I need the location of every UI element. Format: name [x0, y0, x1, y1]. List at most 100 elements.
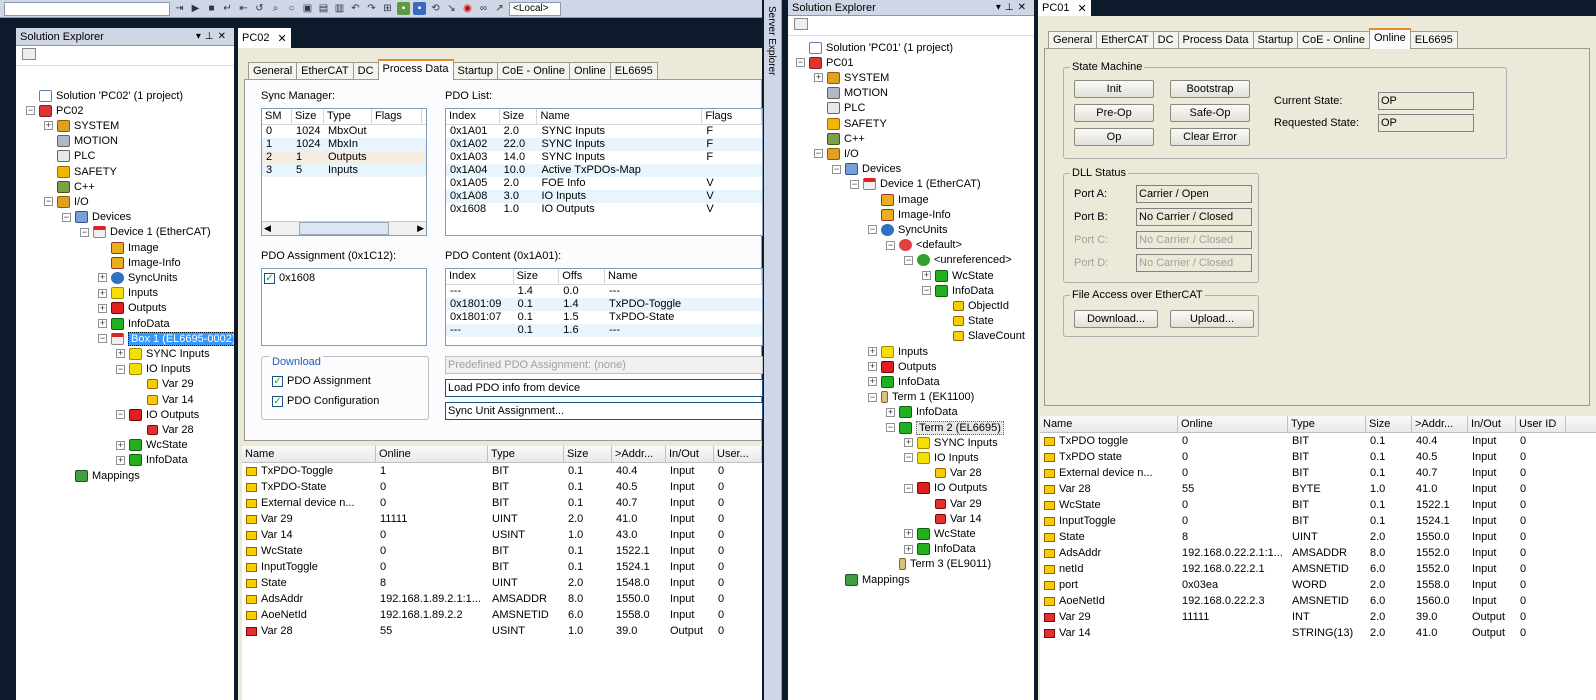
expand-icon[interactable]: +	[116, 440, 125, 450]
safeop-button[interactable]: Safe-Op	[1170, 104, 1250, 122]
collapse-icon[interactable]: −	[904, 453, 913, 463]
column-header[interactable]: Size	[500, 109, 538, 124]
tab-process-data[interactable]: Process Data	[377, 59, 454, 80]
column-header[interactable]: Size	[292, 109, 324, 124]
grid-row[interactable]: port 0x03ea WORD 2.0 1558.0 Input 0	[1040, 577, 1596, 593]
init-button[interactable]: Init	[1074, 80, 1154, 98]
tree-item[interactable]: Solution 'PC01' (1 project)	[796, 40, 953, 55]
tab-startup[interactable]: Startup	[1252, 31, 1299, 49]
tab-el6695[interactable]: EL6695	[609, 62, 658, 80]
tree-item[interactable]: Term 3 (EL9011)	[886, 557, 991, 572]
expand-icon[interactable]: +	[116, 349, 125, 359]
grid-row[interactable]: Var 14 0 USINT 1.0 43.0 Input 0	[242, 527, 762, 543]
tab-el6695[interactable]: EL6695	[1409, 31, 1458, 49]
collapse-icon[interactable]: −	[80, 227, 89, 237]
tree-item[interactable]: ObjectId	[940, 298, 1009, 313]
pin-icon[interactable]: ⊥	[1005, 2, 1018, 13]
collapse-icon[interactable]: −	[44, 197, 53, 207]
grid-column-header[interactable]: >Addr...	[612, 446, 666, 462]
bootstrap-button[interactable]: Bootstrap	[1170, 80, 1250, 98]
expand-icon[interactable]: +	[116, 455, 125, 465]
tree-item[interactable]: + SYSTEM	[44, 118, 119, 133]
tree-item[interactable]: Var 29	[134, 377, 194, 392]
grid-row[interactable]: WcState 0 BIT 0.1 1522.1 Input 0	[242, 543, 762, 559]
plc-flow-icon[interactable]: ↗	[493, 2, 506, 15]
tree-item[interactable]: Solution 'PC02' (1 project)	[26, 88, 183, 103]
list-row[interactable]: 0x1A02 22.0 SYNC Inputs F	[446, 138, 762, 151]
scroll-right-icon[interactable]: ▶	[417, 222, 424, 235]
undo-icon[interactable]: ↶	[349, 2, 362, 15]
grid-column-header[interactable]: Size	[1366, 416, 1412, 432]
tab-general[interactable]: General	[1048, 31, 1098, 49]
grid-row[interactable]: InputToggle 0 BIT 0.1 1524.1 Input 0	[1040, 513, 1596, 529]
close-icon[interactable]: ✕	[1018, 2, 1030, 13]
tree-item[interactable]: Var 14	[922, 511, 982, 526]
grid-row[interactable]: AdsAddr 192.168.1.89.2.1:1... AMSADDR 8.0 15…	[242, 591, 762, 607]
grid-row[interactable]: Var 28 55 USINT 1.0 39.0 Output 0	[242, 623, 762, 639]
tree-item[interactable]: − PC01	[796, 55, 854, 70]
expand-icon[interactable]: +	[98, 273, 107, 283]
tree-item[interactable]: − InfoData	[922, 283, 994, 298]
grid-column-header[interactable]: Size	[564, 446, 612, 462]
list-row[interactable]: 0x1608 1.0 IO Outputs V	[446, 203, 762, 216]
tree-item[interactable]: State	[940, 314, 994, 329]
horizontal-scrollbar[interactable]: ◀ ▶	[262, 221, 426, 235]
grid-row[interactable]: State 8 UINT 2.0 1550.0 Input 0	[1040, 529, 1596, 545]
tree-item[interactable]: Var 28	[922, 466, 982, 481]
grid-column-header[interactable]: Name	[1040, 416, 1178, 432]
pdo-assignment-item[interactable]: ✓ 0x1608	[262, 269, 426, 287]
column-header[interactable]: Name	[605, 269, 762, 284]
tree-item[interactable]: − Devices	[832, 162, 901, 177]
expand-icon[interactable]: +	[98, 319, 107, 328]
tree-item[interactable]: − I/O	[44, 194, 89, 209]
list-row[interactable]: 0x1A04 10.0 Active TxPDOs-Map	[446, 164, 762, 177]
grid-column-header[interactable]: Type	[1288, 416, 1366, 432]
plc-breakpoint-icon[interactable]: ↘	[445, 2, 458, 15]
collapse-icon[interactable]: −	[832, 164, 841, 174]
grid-row[interactable]: Var 14 STRING(13) 2.0 41.0 Output 0	[1040, 625, 1596, 641]
collapse-icon[interactable]: −	[868, 392, 877, 402]
tab-ethercat[interactable]: EtherCAT	[296, 62, 354, 80]
tree-item[interactable]: − PC02	[26, 103, 84, 118]
tree-item[interactable]: SlaveCount	[940, 329, 1025, 344]
tree-item[interactable]: − Term 1 (EK1100)	[868, 390, 974, 405]
column-header[interactable]: Type	[324, 109, 372, 124]
tree-item[interactable]: Mappings	[62, 468, 140, 483]
grid-row[interactable]: AdsAddr 192.168.0.22.2.1:1... AMSADDR 8.0 15…	[1040, 545, 1596, 561]
grid-column-header[interactable]: User ID	[1516, 416, 1566, 432]
tree-item[interactable]: MOTION	[814, 86, 888, 101]
collapse-icon[interactable]: −	[116, 364, 125, 374]
pdo-configuration-checkbox[interactable]: ✓ PDO Configuration	[272, 395, 379, 407]
save-icon[interactable]: ▣	[301, 2, 314, 15]
download-button[interactable]: Download...	[1074, 310, 1158, 328]
collapse-icon[interactable]: −	[116, 410, 125, 420]
target-system-combo[interactable]: <Local>	[509, 1, 561, 16]
tree-item[interactable]: − IO Outputs	[904, 481, 987, 496]
tab-online[interactable]: Online	[569, 62, 611, 80]
checkbox-checked-icon[interactable]: ✓	[272, 375, 283, 387]
list-row[interactable]: 2 1 Outputs	[262, 151, 426, 164]
grid-column-header[interactable]: Online	[376, 446, 488, 462]
solution-config-combo[interactable]	[4, 1, 170, 16]
tree-item[interactable]: + SYSTEM	[814, 70, 889, 85]
grid-row[interactable]: State 8 UINT 2.0 1548.0 Input 0	[242, 575, 762, 591]
collapse-icon[interactable]: −	[886, 240, 895, 250]
list-row[interactable]: 0x1801:09 0.1 1.4 TxPDO-Toggle	[446, 298, 762, 311]
tree-item[interactable]: − Devices	[62, 210, 131, 225]
column-header[interactable]: Size	[514, 269, 560, 284]
collapse-icon[interactable]: −	[98, 334, 107, 344]
plc-login-icon[interactable]: ⊞	[381, 2, 394, 15]
scan-icon[interactable]: ⌕	[269, 2, 282, 15]
expand-icon[interactable]: +	[868, 362, 877, 372]
tree-item[interactable]: − <unreferenced>	[904, 253, 1012, 268]
tree-item[interactable]: − IO Outputs	[116, 407, 199, 422]
expand-icon[interactable]: +	[904, 529, 913, 539]
grid-row[interactable]: TxPDO-State 0 BIT 0.1 40.5 Input 0	[242, 479, 762, 495]
list-row[interactable]: 1 1024 MbxIn	[262, 138, 426, 151]
run-icon[interactable]: ▶	[189, 2, 202, 15]
checkbox-checked-icon[interactable]: ✓	[272, 395, 283, 407]
expand-icon[interactable]: +	[814, 73, 823, 83]
free-run-icon[interactable]: ↺	[253, 2, 266, 15]
list-row[interactable]: 0x1801:07 0.1 1.5 TxPDO-State	[446, 311, 762, 324]
plc-reset-icon[interactable]: ⟲	[429, 2, 442, 15]
